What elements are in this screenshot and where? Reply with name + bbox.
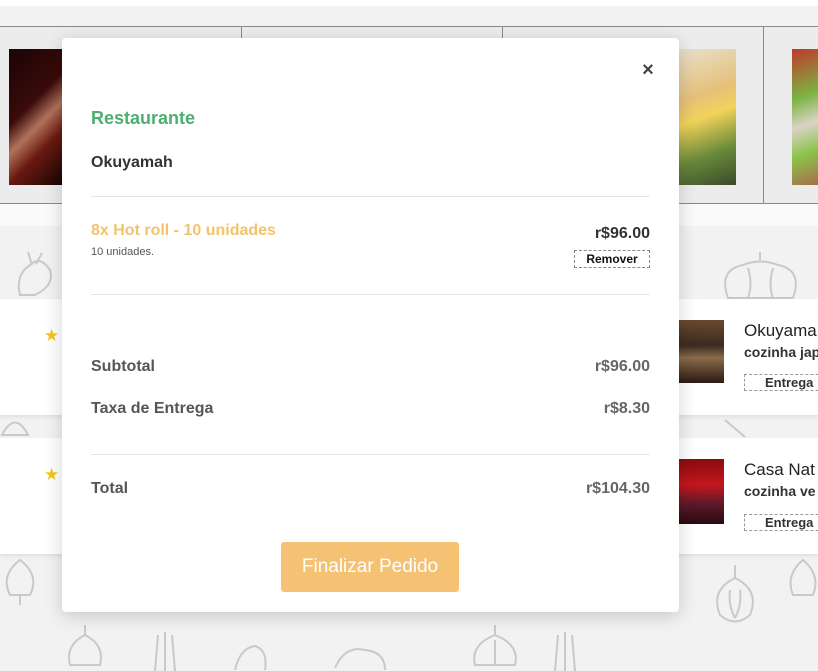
- close-icon[interactable]: ×: [638, 60, 658, 80]
- remove-item-button[interactable]: Remover: [574, 250, 650, 268]
- salad-image: [792, 49, 818, 185]
- cart-item-name: 8x Hot roll - 10 unidades: [91, 222, 276, 239]
- total-value: r$104.30: [585, 480, 650, 497]
- garlic-doodle-icon: [68, 625, 102, 666]
- restaurant-thumbnail: [679, 459, 724, 524]
- restaurant-name: Casa Nat: [744, 460, 815, 479]
- restaurant-cuisine: cozinha ve: [744, 483, 816, 499]
- artichoke-doodle-icon: [789, 558, 817, 596]
- garlic-doodle-icon: [473, 625, 517, 666]
- cart-modal: × Restaurante Okuyamah 8x Hot roll - 10 …: [62, 38, 679, 612]
- subtotal-value: r$96.00: [594, 358, 650, 375]
- cart-item-description: 10 unidades.: [91, 246, 154, 258]
- delivery-button[interactable]: Entrega: [744, 374, 818, 391]
- delivery-fee-label: Taxa de Entrega: [91, 400, 214, 417]
- section-label: Restaurante: [91, 108, 196, 128]
- star-icon: ★: [44, 326, 60, 345]
- restaurant-name: Okuyamah: [91, 154, 173, 171]
- pumpkin-doodle-icon: [724, 252, 797, 299]
- subtotal-label: Subtotal: [91, 358, 155, 375]
- divider: [91, 196, 650, 197]
- celery-doodle-icon: [554, 632, 576, 671]
- mushroom-doodle-icon: [0, 421, 30, 436]
- sushi-image: [9, 49, 65, 185]
- category-card[interactable]: [763, 26, 818, 204]
- checkout-button[interactable]: Finalizar Pedido: [281, 542, 459, 592]
- onion-doodle-icon: [716, 565, 754, 623]
- divider: [91, 454, 650, 455]
- delivery-fee-value: r$8.30: [603, 400, 650, 417]
- carrot-doodle-icon: [724, 419, 746, 438]
- cart-item-price: r$96.00: [594, 225, 650, 242]
- artichoke-doodle-icon: [5, 558, 35, 605]
- restaurant-cuisine: cozinha jap: [744, 344, 818, 360]
- restaurant-name: Okuyama: [744, 321, 817, 340]
- vegetable-doodle-icon: [17, 251, 52, 296]
- delivery-button[interactable]: Entrega: [744, 514, 818, 531]
- restaurant-thumbnail: [679, 320, 724, 383]
- total-label: Total: [91, 480, 129, 497]
- fries-image: [673, 49, 736, 185]
- celery-doodle-icon: [154, 632, 176, 671]
- star-icon: ★: [44, 465, 60, 484]
- header-band: [0, 0, 818, 6]
- pepper-doodle-icon: [334, 648, 386, 671]
- divider: [91, 294, 650, 295]
- pepper-doodle-icon: [234, 644, 267, 671]
